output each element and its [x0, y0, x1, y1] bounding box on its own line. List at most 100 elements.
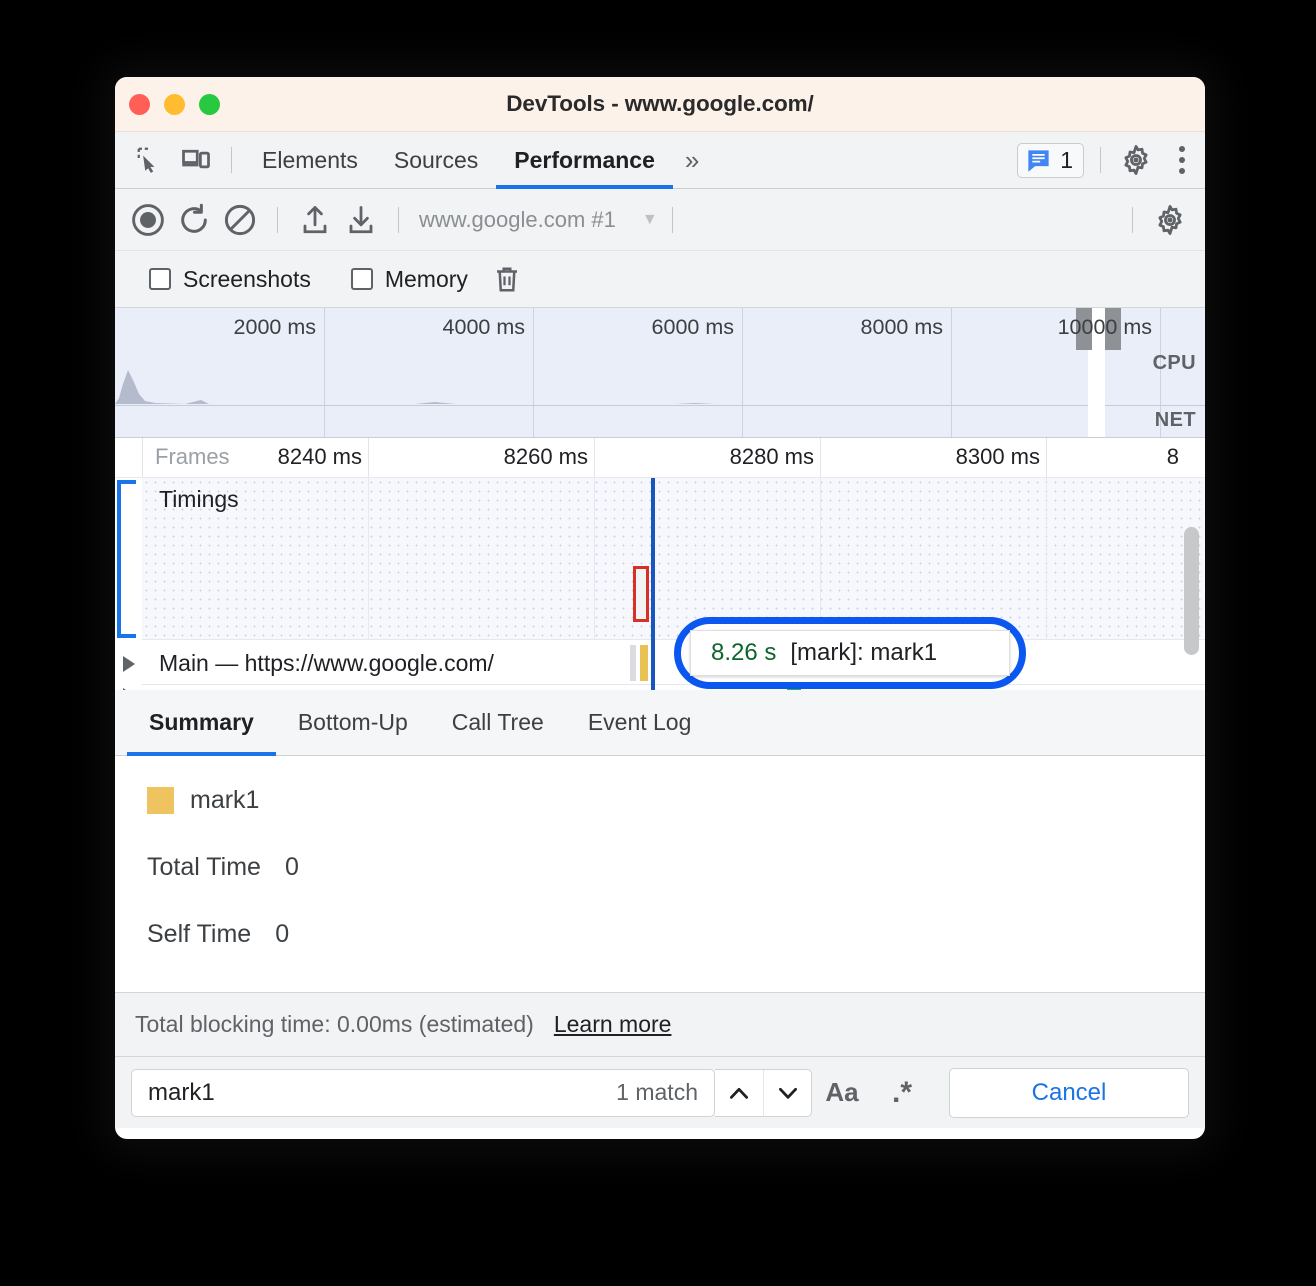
clear-icon[interactable]: [217, 197, 263, 243]
tooltip-text: [mark]: mark1: [790, 639, 937, 667]
issues-count: 1: [1060, 147, 1073, 174]
total-blocking-time-bar: Total blocking time: 0.00ms (estimated) …: [115, 992, 1205, 1056]
tab-sources[interactable]: Sources: [376, 132, 496, 189]
flame-chart-ruler: Frames 8240 ms 8260 ms 8280 ms 8300 ms 8: [115, 438, 1205, 478]
chevron-down-icon[interactable]: [763, 1070, 811, 1116]
flame-chart-scrollbar[interactable]: [1184, 527, 1199, 655]
event-tooltip: 8.26 s [mark]: mark1: [690, 630, 1010, 676]
summary-event-name: mark1: [190, 786, 259, 815]
track-main-expander-icon[interactable]: [123, 656, 135, 672]
close-button[interactable]: [129, 94, 150, 115]
total-time-label: Total Time: [147, 853, 261, 882]
overview-cpu-chart: [115, 364, 1205, 404]
tab-call-tree[interactable]: Call Tree: [430, 690, 566, 756]
profile-selector-label[interactable]: www.google.com #1: [419, 207, 616, 233]
save-profile-icon[interactable]: [338, 197, 384, 243]
search-bar: mark1 1 match Aa .* Cancel: [115, 1056, 1205, 1128]
timing-bar-yellow[interactable]: [640, 645, 648, 681]
tab-performance-label: Performance: [514, 147, 655, 174]
capture-settings-gear-icon[interactable]: [1147, 197, 1193, 243]
summary-row-self-time: Self Time 0: [147, 920, 1173, 949]
flame-tick-1: 8260 ms: [504, 444, 594, 470]
screenshots-checkbox-box[interactable]: [149, 268, 171, 290]
toolbar-divider-2: [1100, 147, 1101, 173]
tab-summary[interactable]: Summary: [127, 690, 276, 756]
event-color-swatch: [147, 787, 174, 814]
flame-tick-2: 8280 ms: [730, 444, 820, 470]
record-icon[interactable]: [125, 197, 171, 243]
tab-event-log[interactable]: Event Log: [566, 690, 714, 756]
tab-performance[interactable]: Performance: [496, 132, 673, 189]
tab-event-log-label: Event Log: [588, 709, 692, 736]
flame-tick-4: 8: [1167, 444, 1185, 470]
self-time-value: 0: [275, 920, 289, 949]
flame-chart-body[interactable]: Timings Main — https://www.google.com/ G…: [115, 478, 1205, 690]
self-time-label: Self Time: [147, 920, 251, 949]
summary-panel: mark1 Total Time 0 Self Time 0: [115, 756, 1205, 992]
capture-options-bar: Screenshots Memory: [115, 251, 1205, 308]
track-selection-bracket: [117, 480, 136, 638]
timeline-cursor-line: [651, 478, 655, 690]
reload-record-icon[interactable]: [171, 197, 217, 243]
tab-elements-label: Elements: [262, 147, 358, 174]
search-match-count: 1 match: [616, 1079, 698, 1106]
devtools-tabstrip: Elements Sources Performance » 1: [115, 132, 1205, 189]
performance-toolbar: www.google.com #1 ▼: [115, 189, 1205, 251]
issues-icon: [1025, 147, 1052, 174]
summary-event-header: mark1: [147, 786, 1173, 815]
more-tabs-icon[interactable]: »: [673, 145, 707, 176]
overview-tick-4: 10000 ms: [1058, 315, 1160, 340]
window-titlebar: DevTools - www.google.com/: [115, 77, 1205, 132]
chevron-up-icon[interactable]: [715, 1070, 763, 1116]
regex-toggle[interactable]: .*: [872, 1076, 932, 1110]
kebab-menu-icon[interactable]: [1159, 137, 1205, 183]
tooltip-callout-highlight: 8.26 s [mark]: mark1: [674, 617, 1026, 689]
search-input[interactable]: mark1: [148, 1079, 606, 1107]
cancel-button[interactable]: Cancel: [949, 1068, 1189, 1118]
timeline-overview[interactable]: 2000 ms 4000 ms 6000 ms 8000 ms 10000 ms…: [115, 308, 1205, 438]
perf-divider-1: [277, 207, 278, 233]
maximize-button[interactable]: [199, 94, 220, 115]
track-timings-label[interactable]: Timings: [159, 486, 239, 513]
flame-chart[interactable]: Frames 8240 ms 8260 ms 8280 ms 8300 ms 8…: [115, 438, 1205, 690]
search-input-wrapper[interactable]: mark1 1 match: [131, 1069, 715, 1117]
match-case-toggle[interactable]: Aa: [812, 1077, 872, 1108]
track-main-label[interactable]: Main — https://www.google.com/: [159, 650, 494, 677]
tab-bottom-up-label: Bottom-Up: [298, 709, 408, 736]
screenshots-checkbox[interactable]: Screenshots: [125, 266, 327, 293]
overview-tick-3: 8000 ms: [861, 315, 951, 340]
perf-divider-4: [1132, 207, 1133, 233]
flame-tick-0: 8240 ms: [278, 444, 368, 470]
chevron-down-icon[interactable]: ▼: [642, 211, 658, 229]
flame-ruler-group-label: Frames: [155, 444, 236, 470]
memory-checkbox[interactable]: Memory: [327, 266, 484, 293]
load-profile-icon[interactable]: [292, 197, 338, 243]
total-time-value: 0: [285, 853, 299, 882]
window-title: DevTools - www.google.com/: [115, 91, 1205, 117]
minimize-button[interactable]: [164, 94, 185, 115]
inspect-element-icon[interactable]: [127, 137, 173, 183]
devtools-window: DevTools - www.google.com/ Elements Sour…: [115, 77, 1205, 1139]
overview-net-label: NET: [1155, 409, 1196, 432]
trash-icon[interactable]: [484, 256, 530, 302]
selected-mark-bar[interactable]: [633, 566, 649, 622]
perf-divider-2: [398, 207, 399, 233]
tab-elements[interactable]: Elements: [244, 132, 376, 189]
tooltip-timestamp: 8.26 s: [711, 639, 776, 667]
overview-tick-1: 4000 ms: [443, 315, 533, 340]
device-toolbar-icon[interactable]: [173, 137, 219, 183]
perf-divider-3: [672, 207, 673, 233]
overview-cpu-label: CPU: [1153, 352, 1196, 375]
memory-checkbox-box[interactable]: [351, 268, 373, 290]
issues-badge[interactable]: 1: [1017, 143, 1084, 178]
track-timings[interactable]: Timings: [142, 478, 1205, 640]
memory-label: Memory: [385, 266, 468, 293]
overview-cpu-baseline: [115, 405, 1205, 406]
tab-sources-label: Sources: [394, 147, 478, 174]
gear-icon[interactable]: [1113, 137, 1159, 183]
tab-call-tree-label: Call Tree: [452, 709, 544, 736]
tab-bottom-up[interactable]: Bottom-Up: [276, 690, 430, 756]
timing-bar-gray[interactable]: [630, 645, 636, 681]
learn-more-link[interactable]: Learn more: [554, 1011, 672, 1038]
toolbar-divider: [231, 147, 232, 173]
